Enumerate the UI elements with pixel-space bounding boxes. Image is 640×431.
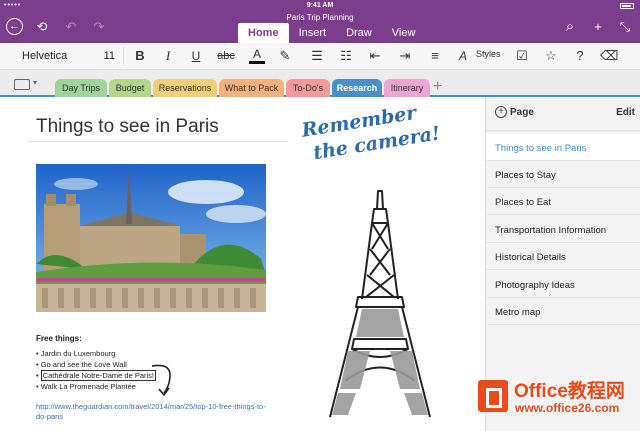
- notre-dame-photo[interactable]: [36, 164, 266, 312]
- font-color-button[interactable]: A: [249, 47, 265, 64]
- notebooks-icon[interactable]: ⟲: [33, 18, 51, 36]
- page-item-historical-details[interactable]: Historical Details: [486, 243, 640, 270]
- list-item[interactable]: • Go and see the Love Wall: [36, 359, 156, 370]
- title-divider: [28, 141, 288, 142]
- guardian-link[interactable]: http://www.theguardian.com/travel/2014/m…: [36, 402, 276, 422]
- office-logo-icon: [478, 380, 508, 412]
- section-tab-itinerary[interactable]: Itinerary: [384, 79, 430, 97]
- collapse-icon[interactable]: ⤡: [616, 18, 634, 36]
- font-name: Helvetica: [22, 50, 68, 62]
- chevron-down-icon[interactable]: ▾: [33, 78, 37, 87]
- page-title[interactable]: Things to see in Paris: [36, 116, 219, 138]
- page-item-metro-map[interactable]: Metro map: [486, 298, 640, 325]
- search-icon[interactable]: ⌕: [561, 18, 579, 36]
- note-canvas[interactable]: Things to see in Paris Free things: • Ja…: [0, 97, 485, 431]
- page-list-header: + Page Edit: [486, 97, 640, 131]
- tag-star-icon[interactable]: ☆: [543, 47, 559, 65]
- indent-icon[interactable]: ⇥: [396, 47, 414, 65]
- ink-arrow: [151, 364, 171, 397]
- page-item-photography-ideas[interactable]: Photography Ideas: [486, 271, 640, 298]
- handwritten-note[interactable]: Remember the camera!: [300, 91, 485, 167]
- add-page-button[interactable]: Page: [510, 107, 534, 118]
- font-size: 11: [103, 50, 115, 62]
- align-icon[interactable]: ≡: [426, 47, 444, 65]
- section-tabs: ▾ Day Trips Budget Reservations What to …: [0, 70, 640, 97]
- list-item[interactable]: • Walk La Promenade Plantée: [36, 381, 156, 392]
- section-tab-research[interactable]: Research: [332, 79, 382, 97]
- status-bar: ••••• 9:41 AM: [0, 0, 640, 12]
- underline-button[interactable]: U: [189, 47, 203, 65]
- italic-button[interactable]: I: [161, 47, 175, 65]
- highlight-icon[interactable]: ✎: [277, 47, 293, 65]
- font-picker[interactable]: Helvetica 11: [14, 47, 124, 65]
- undo-icon[interactable]: ↶: [62, 18, 80, 36]
- section-tab-todos[interactable]: To-Do's: [286, 79, 330, 97]
- section-tab-reservations[interactable]: Reservations: [153, 79, 217, 97]
- styles-icon[interactable]: A: [456, 47, 470, 65]
- list-item[interactable]: • Cathédrale Notre-Dame de Paris!: [36, 370, 157, 381]
- tab-insert[interactable]: Insert: [289, 23, 337, 43]
- add-page-icon[interactable]: +: [495, 106, 507, 118]
- list-item[interactable]: • Jardin du Luxembourg: [36, 348, 156, 359]
- page-item-places-to-eat[interactable]: Places to Eat: [486, 188, 640, 215]
- back-icon[interactable]: ←: [6, 18, 23, 35]
- eiffel-tower-drawing[interactable]: [300, 189, 460, 429]
- page-item-transportation[interactable]: Transportation Information: [486, 216, 640, 243]
- ribbon: Paris Trip Planning ← ⟲ ↶ ↷ Home Insert …: [0, 12, 640, 43]
- page-item-places-to-stay[interactable]: Places to Stay: [486, 161, 640, 188]
- help-icon[interactable]: ?: [573, 47, 587, 65]
- free-things-heading[interactable]: Free things:: [36, 334, 82, 343]
- watermark: Office教程网 www.office26.com: [478, 374, 638, 424]
- page-item-things-to-see[interactable]: Things to see in Paris: [486, 134, 640, 161]
- free-things-list: • Jardin du Luxembourg • Go and see the …: [36, 348, 157, 392]
- watermark-url: www.office26.com: [515, 401, 620, 415]
- battery-icon: [620, 3, 634, 9]
- numbering-icon[interactable]: ☷: [337, 47, 355, 65]
- bold-button[interactable]: B: [133, 47, 147, 65]
- strikethrough-button[interactable]: abc: [214, 47, 238, 65]
- add-section-icon[interactable]: +: [433, 78, 442, 96]
- clock: 9:41 AM: [306, 2, 334, 9]
- edit-pages-button[interactable]: Edit: [616, 107, 635, 118]
- clear-format-icon[interactable]: ⌫: [600, 47, 618, 65]
- notebook-icon[interactable]: [14, 79, 30, 90]
- tab-draw[interactable]: Draw: [336, 23, 382, 43]
- outdent-icon[interactable]: ⇤: [366, 47, 384, 65]
- tab-home[interactable]: Home: [238, 23, 289, 43]
- watermark-title: Office教程网: [514, 381, 625, 402]
- format-toolbar: Helvetica 11 B I U abc A ✎ ☰ ☷ ⇤ ⇥ ≡ A S…: [0, 43, 640, 70]
- tab-view[interactable]: View: [382, 23, 426, 43]
- bullets-icon[interactable]: ☰: [308, 47, 326, 65]
- section-tab-budget[interactable]: Budget: [109, 79, 151, 97]
- todo-checkbox-icon[interactable]: ☑: [514, 47, 530, 65]
- styles-label[interactable]: Styles: [476, 49, 501, 59]
- share-person-icon[interactable]: +: [589, 18, 607, 36]
- section-tab-what-to-pack[interactable]: What to Pack: [219, 79, 284, 97]
- redo-icon[interactable]: ↷: [90, 18, 108, 36]
- ribbon-tabs: Home Insert Draw View: [238, 23, 425, 43]
- section-tab-day-trips[interactable]: Day Trips: [55, 79, 107, 97]
